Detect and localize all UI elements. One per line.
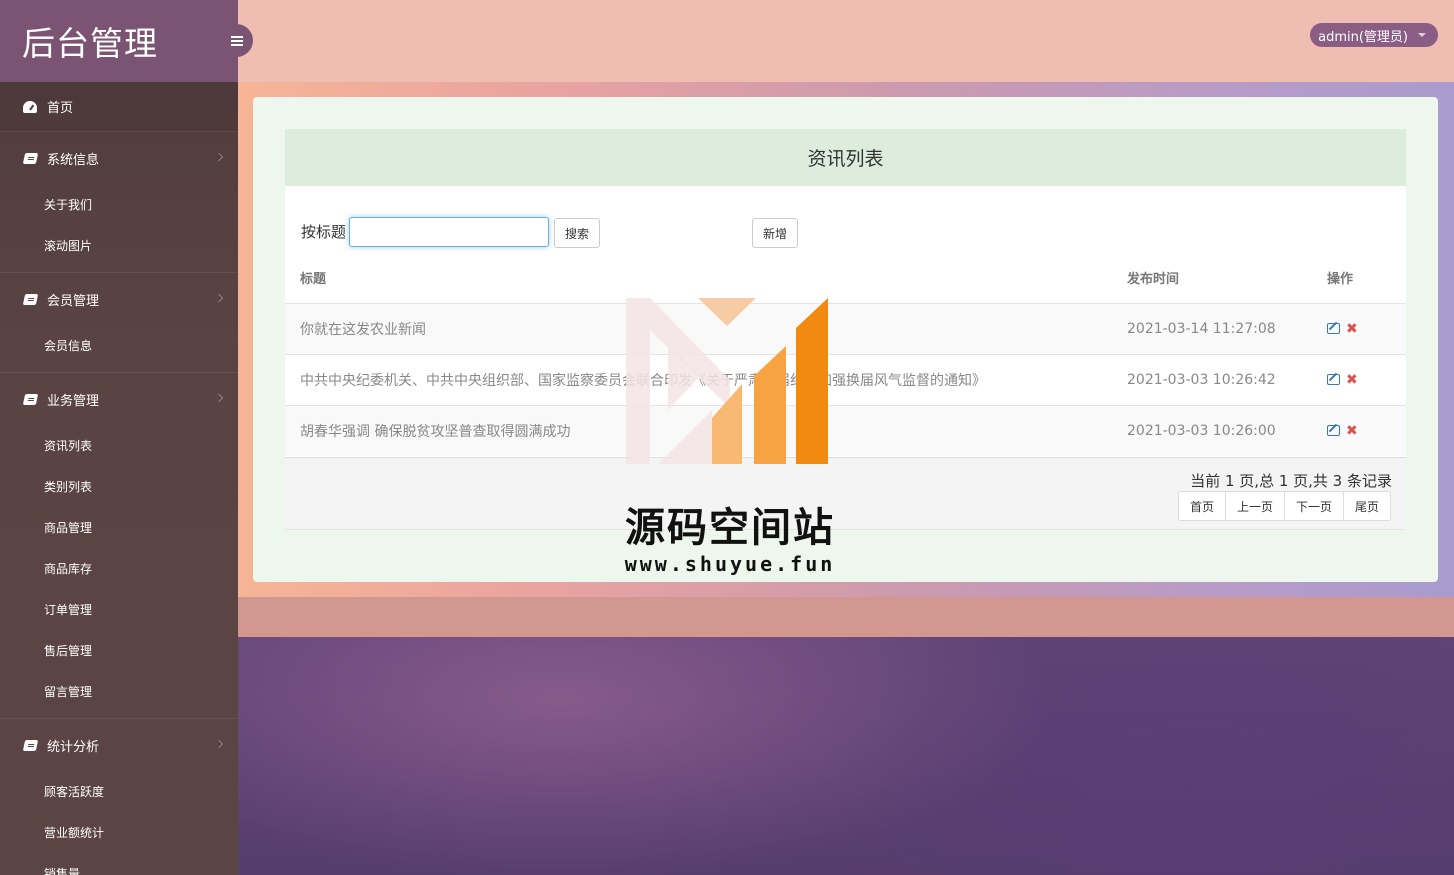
sidebar-group-head-members[interactable]: 会员管理 [0, 273, 238, 325]
sidebar-group-stats: 统计分析 顾客活跃度 营业额统计 销售量 [0, 719, 238, 875]
dashboard-icon [22, 100, 38, 114]
book-icon [22, 292, 38, 306]
content-card: 资讯列表 按标题 搜索 新增 标题 发布时间 操作 你就在这发农业新闻 2021… [253, 97, 1438, 582]
sidebar-item-order-management[interactable]: 订单管理 [0, 589, 238, 630]
pagination-info: 当前 1 页,总 1 页,共 3 条记录 [1190, 472, 1392, 490]
add-button[interactable]: 新增 [752, 218, 798, 248]
column-header-time: 发布时间 [1127, 271, 1180, 287]
edit-icon[interactable] [1327, 374, 1340, 385]
sidebar-group-members: 会员管理 会员信息 [0, 273, 238, 373]
sidebar-item-sales-volume[interactable]: 销售量 [0, 853, 238, 875]
news-panel: 资讯列表 按标题 搜索 新增 标题 发布时间 操作 你就在这发农业新闻 2021… [285, 129, 1406, 530]
panel-title: 资讯列表 [285, 129, 1406, 186]
sidebar-toggle-button[interactable] [220, 24, 253, 57]
sidebar-group-label: 业务管理 [47, 393, 100, 409]
delete-icon[interactable]: ✖ [1346, 322, 1358, 336]
sidebar-item-product-management[interactable]: 商品管理 [0, 507, 238, 548]
sidebar-item-home[interactable]: 首页 [0, 82, 238, 132]
chevron-right-icon [214, 739, 224, 749]
footer-band [238, 597, 1454, 637]
brand-title: 后台管理 [22, 24, 158, 63]
table-row: 你就在这发农业新闻 2021-03-14 11:27:08 ✖ [285, 302, 1406, 354]
sidebar-group-system: 系统信息 关于我们 滚动图片 [0, 132, 238, 273]
user-name: admin(管理员) [1318, 29, 1408, 45]
sidebar-item-revenue-stats[interactable]: 营业额统计 [0, 812, 238, 853]
column-header-title: 标题 [300, 271, 327, 287]
pagination-area: 当前 1 页,总 1 页,共 3 条记录 首页 上一页 下一页 尾页 [285, 457, 1406, 530]
table-row: 中共中央纪委机关、中共中央组织部、国家监察委员会联合印发《关于严肃换届纪律加强换… [285, 353, 1406, 405]
row-actions: ✖ [1306, 353, 1406, 405]
book-icon [22, 151, 38, 165]
menu-icon [230, 35, 243, 46]
next-page-button[interactable]: 下一页 [1283, 491, 1344, 521]
row-title: 你就在这发农业新闻 [285, 302, 1112, 354]
sidebar-group-head-business[interactable]: 业务管理 [0, 373, 238, 425]
sidebar-group-head-system[interactable]: 系统信息 [0, 132, 238, 184]
sidebar-item-after-sales[interactable]: 售后管理 [0, 630, 238, 671]
sidebar-group-label: 统计分析 [47, 739, 100, 755]
sidebar-item-category-list[interactable]: 类别列表 [0, 466, 238, 507]
brand: 后台管理 [0, 0, 238, 82]
row-time: 2021-03-14 11:27:08 [1112, 302, 1306, 354]
book-icon [22, 738, 38, 752]
pagination: 首页 上一页 下一页 尾页 [1177, 491, 1391, 521]
row-time: 2021-03-03 10:26:00 [1112, 404, 1306, 456]
row-actions: ✖ [1306, 302, 1406, 354]
row-title: 胡春华强调 确保脱贫攻坚普查取得圆满成功 [285, 404, 1112, 456]
sidebar-item-about[interactable]: 关于我们 [0, 184, 238, 225]
caret-down-icon [1418, 33, 1426, 37]
search-label: 按标题 [301, 223, 347, 241]
sidebar-group-business: 业务管理 资讯列表 类别列表 商品管理 商品库存 订单管理 售后管理 留言管理 [0, 373, 238, 719]
chevron-right-icon [214, 393, 224, 403]
search-row: 按标题 搜索 新增 [285, 186, 1406, 248]
sidebar-item-customer-activity[interactable]: 顾客活跃度 [0, 771, 238, 812]
sidebar-item-member-info[interactable]: 会员信息 [0, 325, 238, 366]
row-actions: ✖ [1306, 404, 1406, 456]
table-row: 胡春华强调 确保脱贫攻坚普查取得圆满成功 2021-03-03 10:26:00… [285, 404, 1406, 456]
row-time: 2021-03-03 10:26:42 [1112, 353, 1306, 405]
sidebar-group-head-stats[interactable]: 统计分析 [0, 719, 238, 771]
column-header-actions: 操作 [1327, 271, 1354, 287]
sidebar-item-product-stock[interactable]: 商品库存 [0, 548, 238, 589]
sidebar-item-news-list[interactable]: 资讯列表 [0, 425, 238, 466]
edit-icon[interactable] [1327, 323, 1340, 334]
delete-icon[interactable]: ✖ [1346, 424, 1358, 438]
topbar: admin(管理员) [238, 0, 1454, 82]
sidebar-item-carousel[interactable]: 滚动图片 [0, 225, 238, 266]
user-menu[interactable]: admin(管理员) [1310, 23, 1438, 47]
sidebar-group-label: 系统信息 [47, 152, 100, 168]
search-input[interactable] [349, 217, 549, 247]
first-page-button[interactable]: 首页 [1177, 491, 1226, 521]
search-button[interactable]: 搜索 [554, 218, 600, 248]
sidebar: 后台管理 首页 系统信息 关于我们 滚动图片 会员管理 会员信息 业务管理 资讯… [0, 0, 238, 875]
sidebar-group-label: 会员管理 [47, 293, 100, 309]
sidebar-item-label: 首页 [47, 101, 74, 116]
book-icon [22, 392, 38, 406]
chevron-right-icon [214, 152, 224, 162]
chevron-right-icon [214, 293, 224, 303]
prev-page-button[interactable]: 上一页 [1224, 491, 1285, 521]
delete-icon[interactable]: ✖ [1346, 373, 1358, 387]
edit-icon[interactable] [1327, 425, 1340, 437]
news-table: 标题 发布时间 操作 你就在这发农业新闻 2021-03-14 11:27:08… [285, 246, 1406, 456]
last-page-button[interactable]: 尾页 [1342, 491, 1391, 521]
sidebar-item-messages[interactable]: 留言管理 [0, 671, 238, 712]
row-title: 中共中央纪委机关、中共中央组织部、国家监察委员会联合印发《关于严肃换届纪律加强换… [285, 353, 1112, 405]
